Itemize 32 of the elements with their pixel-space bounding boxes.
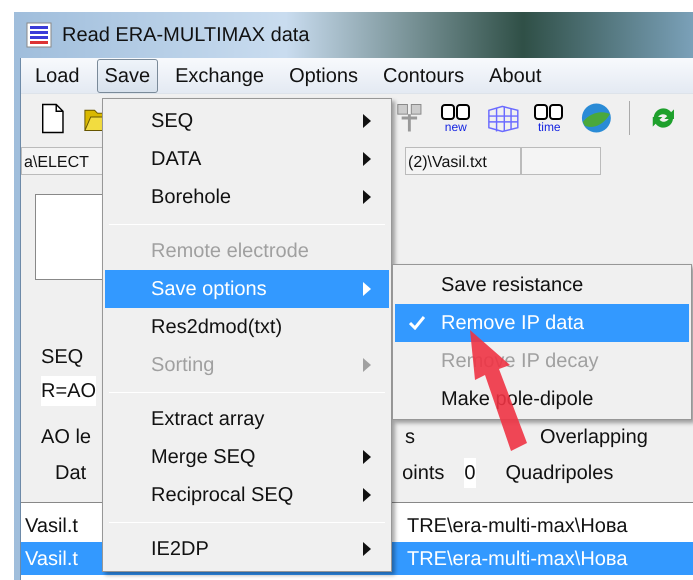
check-icon	[409, 316, 425, 330]
window-title: Read ERA-MULTIMAX data	[62, 23, 310, 48]
icon-caption[interactable]: new	[444, 122, 467, 132]
app-icon	[26, 22, 52, 48]
quadripoles-label: Quadripoles	[506, 461, 614, 486]
points-value: 0	[464, 458, 476, 488]
menu-option[interactable]: Reciprocal SEQ	[105, 476, 389, 514]
r-label: R=AO	[41, 376, 96, 406]
menu-item[interactable]: About	[481, 58, 550, 92]
menu-option[interactable]: Res2dmod(txt)	[105, 308, 389, 346]
overlapping-label: Overlapping	[540, 425, 648, 450]
file-path[interactable]: TRE\era-multi-max\Нова	[407, 510, 693, 540]
ao-label: AO le	[41, 425, 92, 450]
menu-option[interactable]: Borehole	[105, 178, 389, 216]
path-field[interactable]: a\ELECT	[21, 147, 105, 175]
menu-option[interactable]: DATA	[105, 140, 389, 178]
menu-item[interactable]: Contours	[375, 58, 472, 92]
path-field[interactable]: (2)\Vasil.txt	[405, 147, 521, 175]
menu-item[interactable]: Options	[281, 58, 366, 92]
icon-caption[interactable]: time	[538, 122, 561, 132]
menu-item[interactable]: Load	[27, 58, 88, 92]
menu-option[interactable]: IE2DP	[105, 530, 389, 568]
menu-option[interactable]: Extract array	[105, 400, 389, 438]
menu-item[interactable]: Save	[96, 58, 158, 92]
menu-option[interactable]: Save resistance	[395, 266, 689, 304]
s-label: s	[405, 425, 416, 450]
menu-option[interactable]: Merge SEQ	[105, 438, 389, 476]
menu-item[interactable]: Exchange	[167, 58, 272, 92]
data-label: Dat	[55, 461, 86, 486]
seq-label: SEQ	[41, 345, 84, 370]
points-label: oints	[402, 461, 444, 486]
menu-option[interactable]: SEQ	[105, 102, 389, 140]
